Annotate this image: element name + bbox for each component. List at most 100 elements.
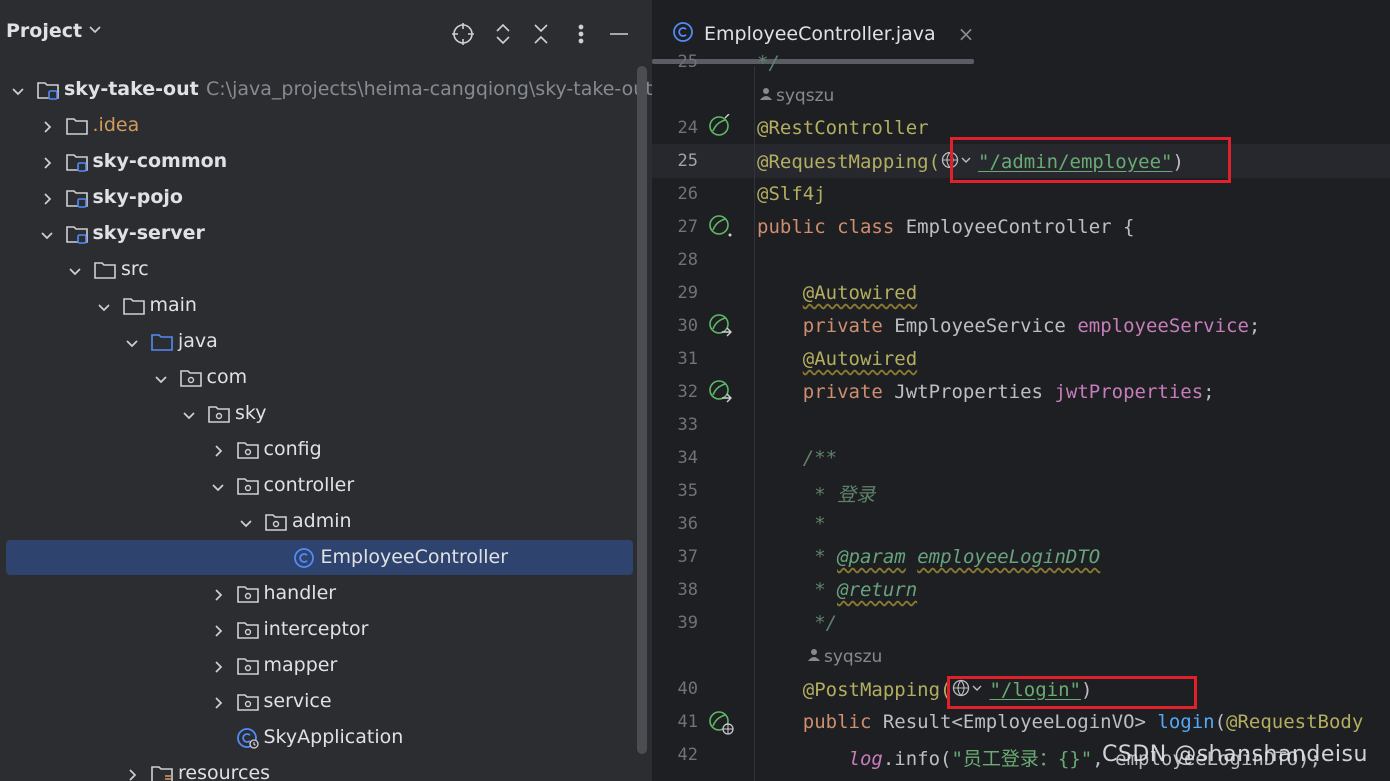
chevron-down-icon[interactable] [153, 370, 169, 386]
spring-inject-icon[interactable] [708, 312, 734, 338]
chevron-right-icon[interactable] [210, 622, 226, 638]
line-number[interactable]: 27 [652, 217, 698, 237]
tree-item[interactable]: sky-server [0, 216, 640, 252]
line-number[interactable]: 28 [652, 250, 698, 270]
tree-item[interactable]: controller [0, 468, 640, 504]
chevron-right-icon[interactable] [124, 766, 140, 781]
line-number[interactable]: 34 [652, 448, 698, 468]
line-number[interactable]: 39 [652, 613, 698, 633]
line-number[interactable]: 37 [652, 547, 698, 567]
line-number[interactable]: 41 [652, 712, 698, 732]
tree-item[interactable]: config [0, 432, 640, 468]
code-line-27[interactable]: public class EmployeeController { [757, 216, 1135, 238]
code-line-23[interactable]: */ [757, 52, 780, 74]
tree-item[interactable]: resources [0, 756, 640, 781]
line-number[interactable]: 42 [652, 745, 698, 765]
line-number[interactable]: 24 [652, 118, 698, 138]
spring-inject-icon[interactable] [708, 378, 734, 404]
line-number[interactable]: 40 [652, 679, 698, 699]
chevron-down-icon[interactable] [39, 226, 55, 242]
line-number[interactable]: 33 [652, 415, 698, 435]
tree-item[interactable]: sky-common [0, 144, 640, 180]
line-number[interactable]: 29 [652, 283, 698, 303]
line-number[interactable]: 25 [652, 52, 698, 72]
tree-item[interactable]: admin [0, 504, 640, 540]
chevron-down-icon[interactable] [238, 514, 254, 530]
tree-item[interactable]: mapper [0, 648, 640, 684]
tree-item[interactable]: sky-pojo [0, 180, 640, 216]
line-number[interactable]: 30 [652, 316, 698, 336]
module-folder-icon [65, 151, 89, 173]
locate-icon[interactable] [450, 20, 476, 48]
code-line-34[interactable]: /** [757, 447, 837, 469]
spring-bean-icon[interactable] [708, 113, 734, 140]
package-icon [236, 439, 260, 461]
close-icon[interactable]: × [958, 22, 975, 46]
code-line-35[interactable]: * 登录 [757, 480, 875, 507]
code-line-26[interactable]: @Slf4j [757, 183, 826, 205]
code-line-41[interactable]: public Result<EmployeeLoginVO> login(@Re… [757, 711, 1364, 733]
tree-item[interactable]: com [0, 360, 640, 396]
code-line-30[interactable]: private EmployeeService employeeService; [757, 315, 1261, 337]
line-number[interactable]: 35 [652, 481, 698, 501]
author-hint[interactable]: syqszu [760, 86, 834, 106]
project-scrollbar[interactable] [637, 66, 647, 754]
tree-item[interactable]: SkyApplication [0, 720, 640, 756]
tree-item[interactable]: .idea [0, 108, 640, 144]
chevron-right-icon[interactable] [210, 694, 226, 710]
java-class-icon [293, 547, 317, 569]
code-line-31[interactable]: @Autowired [757, 348, 917, 370]
tree-item[interactable]: main [0, 288, 640, 324]
tab-employee-controller[interactable]: EmployeeController.java × [672, 18, 974, 50]
chevron-right-icon[interactable] [210, 586, 226, 602]
spring-bean-icon[interactable] [708, 213, 734, 239]
chevron-right-icon[interactable] [210, 658, 226, 674]
code-line-37[interactable]: * @param employeeLoginDTO [757, 546, 1100, 568]
project-view-selector[interactable]: Project [6, 20, 102, 42]
code-line-24[interactable]: @RestController [757, 117, 929, 139]
tree-item[interactable]: sky-take-out C:\java_projects\heima-cangq… [0, 72, 652, 108]
line-number[interactable]: 36 [652, 514, 698, 534]
line-number[interactable]: 25 [652, 151, 698, 171]
tree-item[interactable]: service [0, 684, 640, 720]
package-icon [179, 367, 203, 389]
watermark: CSDN @shanshandeisu [1102, 742, 1368, 767]
tree-item[interactable]: java [0, 324, 640, 360]
author-hint[interactable]: syqszu [808, 647, 882, 667]
line-number[interactable]: 31 [652, 349, 698, 369]
line-number[interactable]: 38 [652, 580, 698, 600]
tree-item[interactable]: interceptor [0, 612, 640, 648]
tree-item[interactable]: handler [0, 576, 640, 612]
tree-item[interactable]: src [0, 252, 640, 288]
tree-item-label: com [206, 366, 248, 388]
chevron-down-icon[interactable] [124, 334, 140, 350]
code-line-39[interactable]: */ [757, 612, 837, 634]
code-line-32[interactable]: private JwtProperties jwtProperties; [757, 381, 1215, 403]
chevron-right-icon[interactable] [39, 118, 55, 134]
code-line-36[interactable]: * [757, 513, 825, 535]
java-class-icon [672, 21, 694, 48]
code-editor: EmployeeController.java × 25 24 25 26 27 28 29… [652, 0, 1390, 781]
chevron-down-icon[interactable] [10, 82, 26, 98]
chevron-down-icon[interactable] [67, 262, 83, 278]
more-options-icon[interactable] [568, 20, 594, 48]
chevron-down-icon[interactable] [210, 478, 226, 494]
chevron-right-icon[interactable] [210, 442, 226, 458]
collapse-all-icon[interactable] [528, 20, 554, 48]
person-icon [760, 86, 772, 106]
tree-item[interactable]: EmployeeController [0, 540, 640, 576]
code-line-38[interactable]: * @return [757, 579, 917, 601]
tree-item-label: service [263, 690, 332, 712]
line-number[interactable]: 32 [652, 382, 698, 402]
chevron-right-icon[interactable] [39, 190, 55, 206]
chevron-down-icon[interactable] [96, 298, 112, 314]
chevron-right-icon[interactable] [39, 154, 55, 170]
tree-item[interactable]: sky [0, 396, 640, 432]
endpoint-globe-icon[interactable] [708, 709, 734, 735]
code-line-29[interactable]: @Autowired [757, 282, 917, 304]
expand-all-icon[interactable] [490, 20, 516, 48]
line-number[interactable]: 26 [652, 184, 698, 204]
chevron-down-icon[interactable] [181, 406, 197, 422]
tree-item-label: .idea [92, 114, 140, 136]
hide-panel-icon[interactable] [606, 20, 632, 48]
